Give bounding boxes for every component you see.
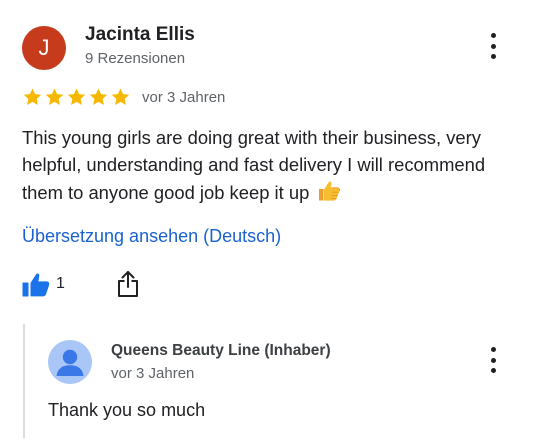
star-rating xyxy=(22,87,131,107)
star-icon xyxy=(111,88,130,105)
rating-row: vor 3 Jahren xyxy=(22,86,225,108)
thumbs-up-emoji-icon xyxy=(316,178,342,210)
thumbs-up-icon[interactable] xyxy=(22,272,50,297)
reply-divider xyxy=(23,324,25,438)
reviewer-avatar[interactable]: J xyxy=(22,26,66,70)
person-icon xyxy=(56,349,84,376)
avatar-initial: J xyxy=(38,35,50,60)
star-icon xyxy=(23,88,42,105)
star-icon xyxy=(45,88,64,105)
review-card: J Jacinta Ellis 9 Rezensionen vor 3 Jahr… xyxy=(0,0,533,448)
translate-link[interactable]: Übersetzung ansehen (Deutsch) xyxy=(22,226,281,247)
review-date: vor 3 Jahren xyxy=(142,88,226,106)
owner-avatar[interactable] xyxy=(48,340,92,384)
review-body: This young girls are doing great with th… xyxy=(22,127,486,203)
share-icon[interactable] xyxy=(117,270,139,298)
reply-more-vert-icon[interactable] xyxy=(484,347,502,373)
review-actions: 1 xyxy=(22,271,65,297)
owner-name[interactable]: Queens Beauty Line (Inhaber) xyxy=(111,342,331,360)
review-text: This young girls are doing great with th… xyxy=(22,125,522,210)
reviewer-review-count[interactable]: 9 Rezensionen xyxy=(85,50,185,67)
star-icon xyxy=(67,88,86,105)
star-icon xyxy=(89,88,108,105)
reply-date: vor 3 Jahren xyxy=(111,365,195,382)
reply-text: Thank you so much xyxy=(48,400,206,420)
like-count: 1 xyxy=(56,275,65,292)
reviewer-name[interactable]: Jacinta Ellis xyxy=(85,24,195,46)
more-vert-icon[interactable] xyxy=(484,33,502,59)
